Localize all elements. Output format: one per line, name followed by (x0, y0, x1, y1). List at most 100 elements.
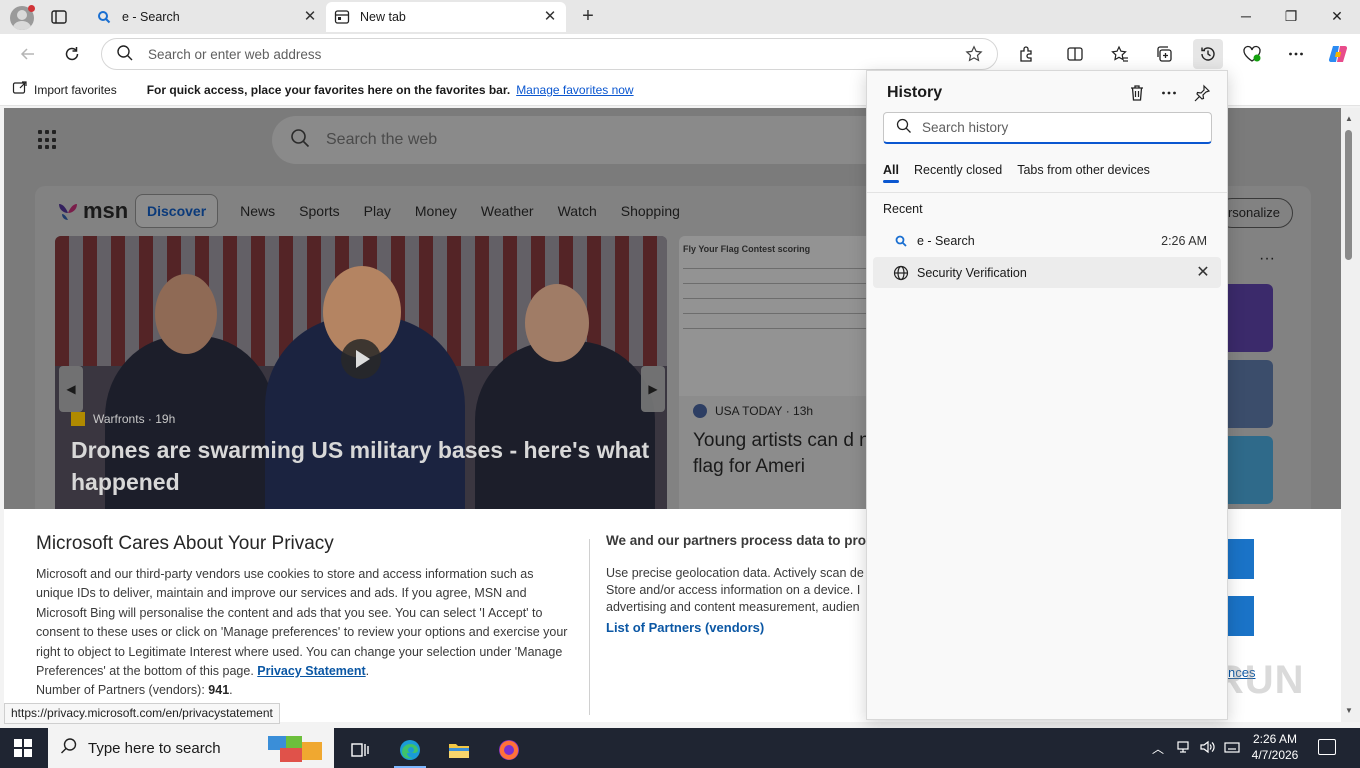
taskbar-search-box[interactable]: Type here to search (48, 728, 334, 768)
hero-age: 19h (155, 412, 176, 426)
restore-icon[interactable]: ❐ (1277, 4, 1305, 28)
history-icon[interactable] (1193, 39, 1223, 69)
privacy-purposes-line: Store and/or access information on a dev… (606, 583, 861, 597)
msn-nav-discover[interactable]: Discover (135, 194, 219, 228)
history-divider (867, 192, 1227, 193)
collections-icon[interactable] (1153, 43, 1175, 65)
tab-other-devices[interactable]: Tabs from other devices (1017, 163, 1150, 183)
split-screen-icon[interactable] (1064, 43, 1086, 65)
apps-launcher-icon[interactable] (38, 130, 58, 150)
privacy-body-text: Microsoft and our third-party vendors us… (36, 567, 568, 679)
article-source-name: USA TODAY (715, 404, 783, 418)
tab-all[interactable]: All (883, 163, 899, 183)
back-arrow-icon[interactable] (16, 42, 40, 66)
search-icon (60, 737, 78, 759)
history-item-time: 2:26 AM (1161, 233, 1207, 248)
clock-date: 4/7/2026 (1251, 748, 1299, 762)
msn-nav-money[interactable]: Money (415, 203, 457, 219)
pin-icon[interactable] (1192, 83, 1212, 103)
window-close-icon[interactable]: ✕ (1323, 4, 1351, 28)
history-search-input[interactable]: Search history (883, 112, 1212, 144)
clock-time: 2:26 AM (1252, 732, 1298, 746)
manage-favorites-link[interactable]: Manage favorites now (516, 83, 633, 97)
carousel-prev-icon[interactable]: ◀ (59, 366, 83, 412)
search-icon (96, 9, 112, 25)
scroll-down-icon[interactable]: ▼ (1345, 706, 1353, 715)
remove-item-close-icon[interactable]: ✕ (1195, 264, 1211, 281)
address-bar[interactable]: Search or enter web address (101, 38, 998, 70)
favorites-icon[interactable] (1109, 43, 1131, 65)
article-title[interactable]: Young artists can d new flag for Ameri (693, 428, 879, 480)
tab-actions-icon[interactable] (50, 8, 68, 26)
msn-nav-watch[interactable]: Watch (558, 203, 597, 219)
msn-nav-play[interactable]: Play (364, 203, 391, 219)
keyboard-icon[interactable] (1224, 740, 1240, 757)
article-image-title: Fly Your Flag Contest scoring (683, 244, 811, 254)
article-card[interactable]: Fly Your Flag Contest scoring USA TODAY … (679, 236, 879, 516)
network-icon[interactable] (1176, 740, 1190, 757)
carousel-next-icon[interactable]: ▶ (641, 366, 665, 412)
file-explorer-icon[interactable] (439, 732, 479, 768)
minimize-icon[interactable]: ─ (1232, 4, 1260, 28)
address-placeholder: Search or enter web address (148, 46, 322, 62)
copilot-icon[interactable] (1327, 43, 1349, 65)
refresh-icon[interactable] (60, 42, 84, 66)
privacy-purposes-body: Use precise geolocation data. Actively s… (606, 565, 906, 616)
delete-trash-icon[interactable] (1127, 83, 1147, 103)
task-view-icon[interactable] (340, 732, 380, 768)
favorite-star-icon[interactable] (965, 45, 983, 63)
scrollbar-thumb[interactable] (1345, 130, 1352, 260)
privacy-statement-link[interactable]: Privacy Statement (257, 664, 365, 678)
browser-essentials-icon[interactable] (1241, 43, 1263, 65)
more-options-icon[interactable] (1285, 43, 1307, 65)
article-age: 13h (793, 404, 814, 418)
windows-start-icon[interactable] (14, 739, 32, 757)
edge-app-icon[interactable] (390, 732, 430, 768)
tab-search[interactable]: e - Search ✕ (88, 2, 326, 32)
firefox-icon[interactable] (489, 732, 529, 768)
hero-title[interactable]: Drones are swarming US military bases - … (71, 434, 661, 498)
windows-taskbar: Type here to search ︿ 2:26 AM 4/7/2026 (0, 728, 1360, 768)
import-favorites-button[interactable]: Import favorites (12, 80, 117, 99)
msn-nav-weather[interactable]: Weather (481, 203, 534, 219)
globe-icon (893, 265, 909, 281)
scroll-up-icon[interactable]: ▲ (1345, 114, 1353, 123)
more-options-icon[interactable] (1159, 83, 1179, 103)
tab-recently-closed[interactable]: Recently closed (914, 163, 1002, 183)
hero-source: Warfronts · 19h (71, 412, 175, 426)
close-tab-icon[interactable]: ✕ (302, 9, 318, 25)
taskbar-search-placeholder: Type here to search (88, 739, 221, 757)
new-tab-plus-icon[interactable]: + (577, 6, 599, 28)
list-of-partners-link[interactable]: List of Partners (vendors) (606, 620, 764, 635)
personalize-button[interactable]: rsonalize (1216, 198, 1293, 228)
article-source: USA TODAY · 13h (693, 404, 813, 418)
msn-nav-sports[interactable]: Sports (299, 203, 339, 219)
web-search-placeholder: Search the web (326, 131, 438, 148)
history-item-title: Security Verification (917, 265, 1027, 280)
play-video-icon[interactable] (341, 339, 381, 379)
more-options-icon[interactable]: ··· (1259, 250, 1275, 268)
volume-icon[interactable] (1199, 740, 1215, 757)
tab-new-tab[interactable]: New tab ✕ (326, 2, 566, 32)
extensions-puzzle-icon[interactable] (1016, 43, 1038, 65)
msn-logo-text: msn (83, 198, 129, 223)
close-tab-icon[interactable]: ✕ (542, 9, 558, 25)
hero-article[interactable]: ◀ ▶ Warfronts · 19h Drones are swarming … (55, 236, 667, 516)
separator-dot: · (782, 404, 794, 418)
system-clock[interactable]: 2:26 AM 4/7/2026 (1250, 731, 1300, 763)
privacy-title: Microsoft Cares About Your Privacy (36, 533, 334, 554)
page-scrollbar[interactable]: ▲ ▼ (1341, 108, 1360, 722)
privacy-purposes-line: advertising and content measurement, aud… (606, 600, 860, 614)
history-item[interactable]: e - Search 2:26 AM (873, 225, 1221, 256)
web-search-box[interactable]: Search the web (272, 116, 912, 164)
msn-nav: Discover News Sports Play Money Weather … (135, 194, 704, 228)
history-section-recent: Recent (883, 202, 923, 216)
msn-logo[interactable]: msn (57, 198, 128, 224)
history-item[interactable]: Security Verification ✕ (873, 257, 1221, 288)
msn-nav-shopping[interactable]: Shopping (621, 203, 680, 219)
publisher-logo-icon (693, 404, 707, 418)
tray-overflow-chevron-icon[interactable]: ︿ (1152, 740, 1164, 757)
msn-nav-news[interactable]: News (240, 203, 275, 219)
status-bar-url: https://privacy.microsoft.com/en/privacy… (4, 703, 280, 724)
notification-center-icon[interactable] (1318, 739, 1336, 755)
